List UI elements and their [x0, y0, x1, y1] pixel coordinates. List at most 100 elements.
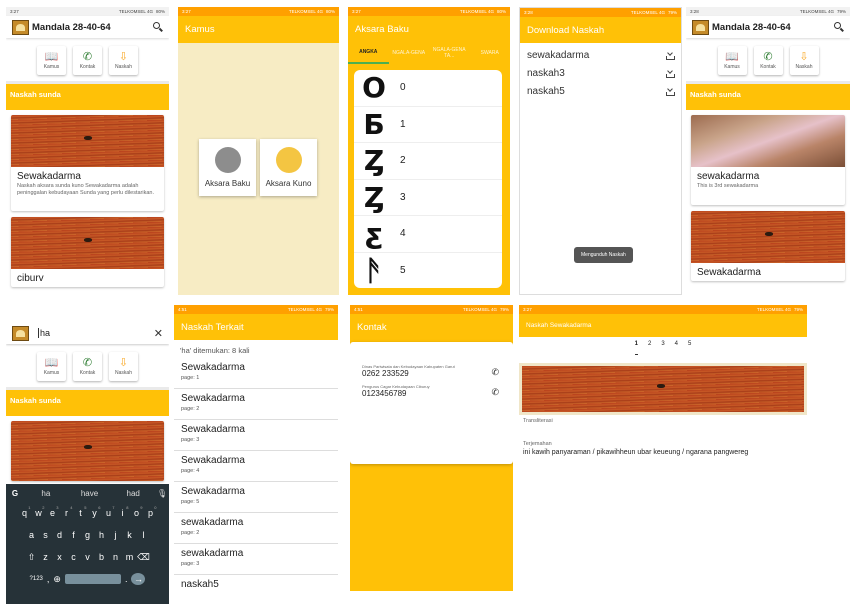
period-key[interactable]: .: [125, 574, 128, 584]
app-title: Mandala 28-40-64: [32, 21, 111, 33]
kontak-button[interactable]: ✆ Kontak: [73, 352, 102, 381]
contact-item[interactable]: Dinas Pariwisata dan Kebudayaan Kabupate…: [350, 358, 513, 378]
manuscript-card[interactable]: [11, 421, 164, 481]
contact-item[interactable]: Pengurus Cagar Kebudayaan Ciburuy 012345…: [350, 378, 513, 398]
kamus-button[interactable]: 📖 Kamus: [717, 46, 747, 75]
key-y[interactable]: y6: [88, 505, 102, 518]
close-icon[interactable]: ✕: [154, 327, 163, 340]
page-tab[interactable]: 4: [675, 341, 678, 355]
tab-swara[interactable]: SWARA: [470, 42, 511, 64]
digit-row[interactable]: ƹ4: [354, 216, 502, 253]
tab-ngalagena[interactable]: NGALA-GENA: [389, 42, 430, 64]
status-carrier: TELKOMSEL 4G: [799, 9, 834, 14]
key-q[interactable]: q1: [18, 505, 32, 518]
result-row[interactable]: Sewakadarma page: 3: [174, 420, 338, 451]
result-row[interactable]: Sewakadarma page: 4: [174, 451, 338, 482]
digit-row[interactable]: Ȥ2: [354, 143, 502, 180]
kontak-label: Kontak: [760, 64, 776, 70]
key-e[interactable]: e3: [46, 505, 60, 518]
key-j[interactable]: j: [109, 530, 123, 540]
naskah-button[interactable]: ⇩ Naskah: [109, 352, 138, 381]
manuscript-card[interactable]: sewakadarma This is 3rd sewakadarma: [691, 115, 845, 205]
kontak-button[interactable]: ✆ Kontak: [73, 46, 102, 75]
download-icon[interactable]: [665, 87, 675, 96]
download-item[interactable]: naskah5: [520, 82, 681, 100]
result-row[interactable]: naskah5: [174, 575, 338, 591]
page-tab[interactable]: 2: [648, 341, 651, 355]
download-item[interactable]: sewakadarma: [520, 46, 681, 64]
suggestion[interactable]: had: [111, 489, 155, 498]
key-d[interactable]: d: [53, 530, 67, 540]
download-icon[interactable]: [665, 51, 675, 60]
comma-key[interactable]: ,: [47, 574, 50, 584]
key-i[interactable]: i8: [116, 505, 130, 518]
key-r[interactable]: r4: [60, 505, 74, 518]
key-w[interactable]: w2: [32, 505, 46, 518]
naskah-label: Naskah: [795, 64, 813, 70]
key-s[interactable]: s: [39, 530, 53, 540]
key-a[interactable]: a: [25, 530, 39, 540]
download-item[interactable]: naskah3: [520, 64, 681, 82]
page-tab[interactable]: 1: [634, 341, 638, 355]
status-carrier: TELKOMSEL 4G: [287, 307, 322, 312]
key-c[interactable]: c: [67, 552, 81, 562]
key-m[interactable]: m: [123, 552, 137, 562]
tab-angka[interactable]: ANGKA: [348, 42, 389, 64]
suggestion[interactable]: ha: [24, 489, 68, 498]
aksara-baku-button[interactable]: Aksara Baku: [199, 139, 256, 196]
space-key[interactable]: [64, 574, 121, 584]
digit-row[interactable]: Ƃ1: [354, 107, 502, 143]
key-u[interactable]: u7: [102, 505, 116, 518]
kamus-button[interactable]: 📖 Kamus: [37, 46, 66, 75]
search-input[interactable]: ha: [38, 328, 154, 338]
kamus-button[interactable]: 📖 Kamus: [37, 352, 66, 381]
naskah-button[interactable]: ⇩ Naskah: [789, 46, 819, 75]
phone-icon[interactable]: ✆: [491, 367, 499, 378]
key-k[interactable]: k: [123, 530, 137, 540]
digit-row[interactable]: O0: [354, 70, 502, 107]
page-tab[interactable]: 5: [688, 341, 691, 355]
result-row[interactable]: Sewakadarma page: 1: [174, 358, 338, 389]
symbols-key[interactable]: ?123: [30, 576, 43, 582]
naskah-button[interactable]: ⇩ Naskah: [109, 46, 138, 75]
key-f[interactable]: f: [67, 530, 81, 540]
key-g[interactable]: g: [81, 530, 95, 540]
key-b[interactable]: b: [95, 552, 109, 562]
result-row[interactable]: sewakadarma page: 2: [174, 513, 338, 544]
key-x[interactable]: x: [53, 552, 67, 562]
page-tab[interactable]: 3: [661, 341, 664, 355]
aksara-kuno-button[interactable]: Aksara Kuno: [260, 139, 317, 196]
key-t[interactable]: t5: [74, 505, 88, 518]
key-v[interactable]: v: [81, 552, 95, 562]
search-icon[interactable]: [153, 22, 163, 32]
suggestion[interactable]: have: [68, 489, 112, 498]
shift-key[interactable]: ⇧: [25, 552, 39, 563]
key-z[interactable]: z: [39, 552, 53, 562]
manuscript-card[interactable]: ciburv: [11, 217, 164, 287]
aksara-kuno-icon: [275, 147, 302, 173]
status-battery: 79%: [324, 307, 334, 312]
manuscript-card[interactable]: Sewakadarma Naskah aksara sunda kuno Sew…: [11, 115, 164, 211]
download-icon: ⇩: [118, 357, 129, 369]
globe-icon[interactable]: ⊕: [53, 574, 61, 585]
search-icon[interactable]: [834, 22, 844, 32]
backspace-key[interactable]: ⌫: [137, 552, 151, 563]
key-o[interactable]: o9: [130, 505, 144, 518]
google-icon[interactable]: G: [6, 489, 24, 498]
phone-icon[interactable]: ✆: [491, 387, 499, 398]
kontak-button[interactable]: ✆ Kontak: [753, 46, 783, 75]
mic-icon[interactable]: 🎙: [155, 489, 169, 498]
key-l[interactable]: l: [137, 530, 151, 540]
result-row[interactable]: Sewakadarma page: 5: [174, 482, 338, 513]
manuscript-card[interactable]: Sewakadarma: [691, 211, 845, 281]
enter-key[interactable]: →: [131, 573, 146, 585]
result-row[interactable]: sewakadarma page: 3: [174, 544, 338, 575]
digit-row[interactable]: ᚫ5: [354, 253, 502, 289]
key-h[interactable]: h: [95, 530, 109, 540]
result-row[interactable]: Sewakadarma page: 2: [174, 389, 338, 420]
key-n[interactable]: n: [109, 552, 123, 562]
tab-ngalagena-tambahan[interactable]: NGALA-GENA TA...: [429, 42, 470, 64]
key-p[interactable]: p0: [144, 505, 158, 518]
digit-row[interactable]: Ȥ3: [354, 180, 502, 216]
download-icon[interactable]: [665, 69, 675, 78]
